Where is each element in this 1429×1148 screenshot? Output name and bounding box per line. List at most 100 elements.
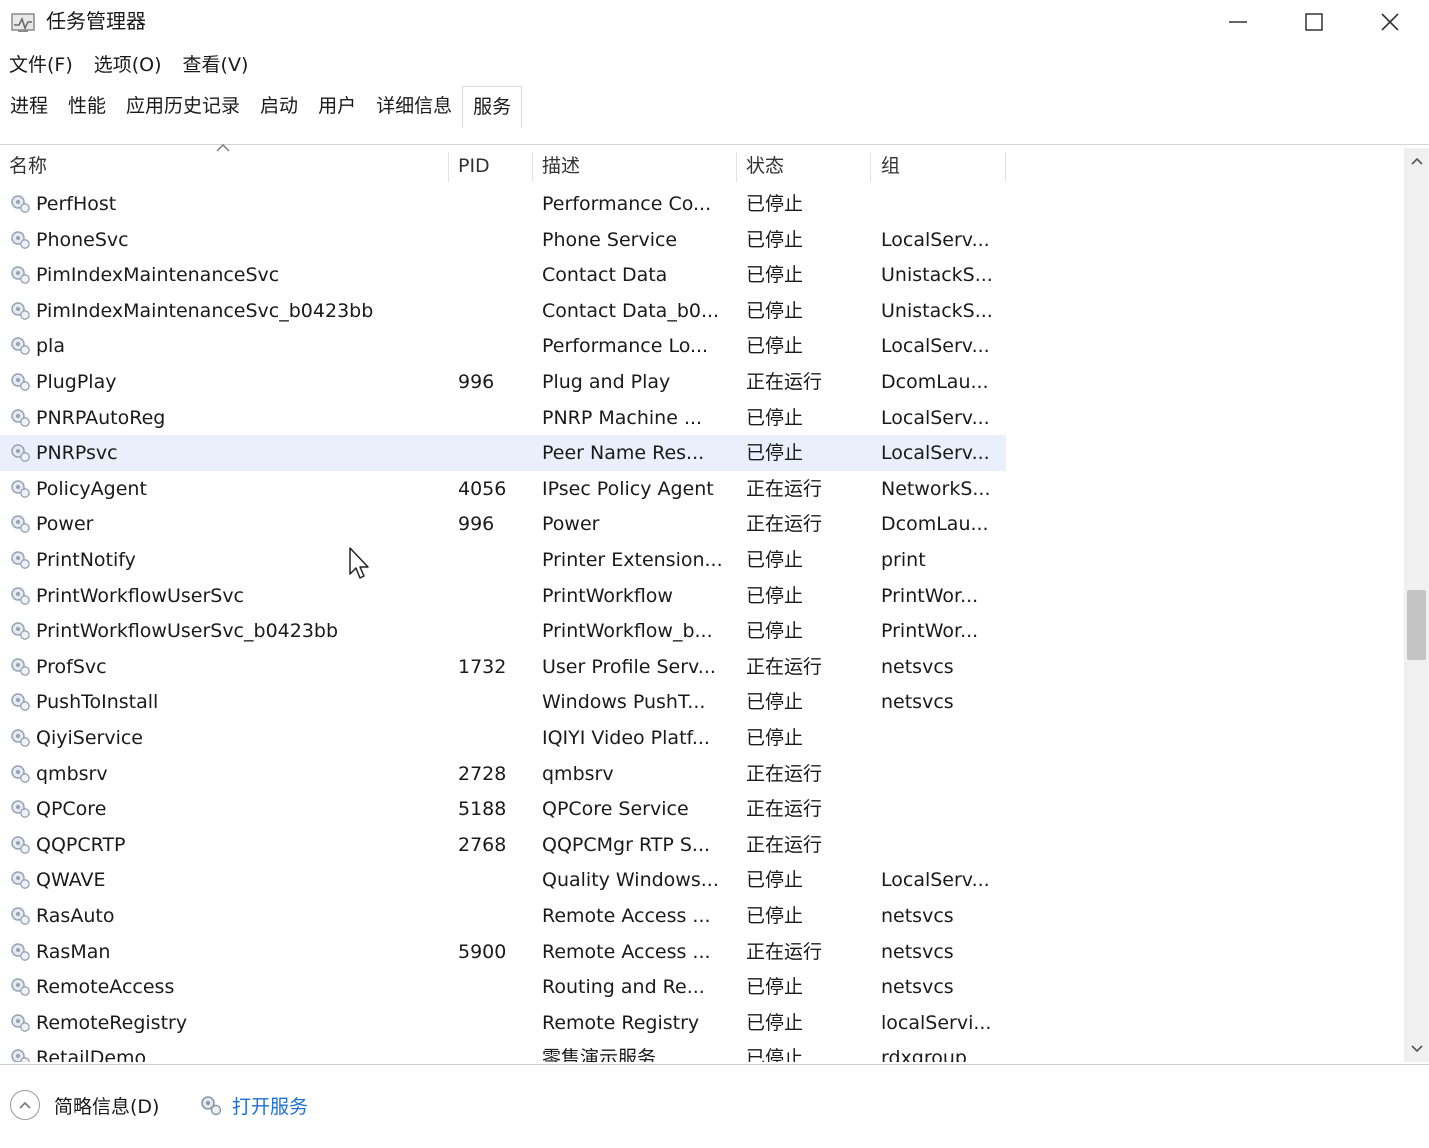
- service-status: 已停止: [746, 1047, 804, 1062]
- service-name: PNRPAutoReg: [36, 406, 166, 429]
- task-manager-icon: [11, 13, 35, 32]
- open-services-link[interactable]: 打开服务: [198, 1089, 308, 1121]
- service-status: 已停止: [746, 264, 804, 287]
- table-row[interactable]: QiyiService IQIYI Video Platf... 已停止: [0, 720, 1408, 756]
- table-row[interactable]: RetailDemo 零售演示服务 已停止 rdxgroup: [0, 1040, 1408, 1062]
- service-group: PrintWor...: [881, 620, 979, 643]
- open-services-label: 打开服务: [232, 1095, 309, 1118]
- table-row[interactable]: PolicyAgent 4056 IPsec Policy Agent 正在运行 Net…: [0, 471, 1408, 507]
- service-description: qmbsrv: [542, 762, 614, 785]
- menu-bar: 文件(F) 选项(O) 查看(V): [0, 48, 260, 82]
- service-icon: [8, 407, 32, 429]
- maximize-button[interactable]: [1276, 0, 1352, 44]
- service-description: Power: [542, 513, 600, 536]
- tab-3[interactable]: 启动: [250, 86, 308, 128]
- table-row[interactable]: PhoneSvc Phone Service 已停止 LocalServ...: [0, 222, 1408, 258]
- service-status: 已停止: [746, 442, 804, 465]
- tab-0[interactable]: 进程: [0, 86, 58, 128]
- menu-options[interactable]: 选项(O): [85, 48, 174, 82]
- service-name: PushToInstall: [36, 691, 159, 714]
- services-list: PerfHost Performance Co... 已停止 PhoneSvc Phon…: [0, 186, 1408, 1062]
- table-row[interactable]: QWAVE Quality Windows... 已停止 LocalServ...: [0, 862, 1408, 898]
- menu-file[interactable]: 文件(F): [0, 48, 85, 82]
- title-bar: 任务管理器: [0, 0, 1429, 44]
- service-description: PrintWorkflow_b...: [542, 620, 713, 643]
- vertical-scrollbar[interactable]: [1404, 148, 1429, 1062]
- table-row[interactable]: ProfSvc 1732 User Profile Serv... 正在运行 netsv…: [0, 649, 1408, 685]
- tab-2[interactable]: 应用历史记录: [116, 86, 250, 128]
- scroll-up-button[interactable]: [1404, 148, 1429, 174]
- scrollbar-thumb[interactable]: [1407, 590, 1426, 660]
- table-row[interactable]: QQPCRTP 2768 QQPCMgr RTP S... 正在运行: [0, 827, 1408, 863]
- column-separator[interactable]: [1005, 152, 1006, 182]
- table-row[interactable]: RemoteRegistry Remote Registry 已停止 localSer…: [0, 1005, 1408, 1041]
- table-row[interactable]: RasMan 5900 Remote Access ... 正在运行 netsvcs: [0, 934, 1408, 970]
- service-status: 已停止: [746, 905, 804, 927]
- table-row[interactable]: PimIndexMaintenanceSvc_b0423bb Contact Da…: [0, 293, 1408, 329]
- menu-view[interactable]: 查看(V): [174, 48, 261, 82]
- service-group: NetworkS...: [881, 477, 991, 500]
- service-status: 已停止: [746, 335, 804, 358]
- service-description: Contact Data_b0...: [542, 299, 720, 322]
- service-description: QQPCMgr RTP S...: [542, 833, 711, 856]
- chevron-up-icon: [1410, 157, 1423, 165]
- table-row[interactable]: RemoteAccess Routing and Re... 已停止 netsvcs: [0, 969, 1408, 1005]
- column-name[interactable]: 名称: [9, 148, 47, 184]
- service-group: LocalServ...: [881, 442, 990, 465]
- service-group: netsvcs: [881, 691, 954, 714]
- close-button[interactable]: [1352, 0, 1428, 44]
- table-row[interactable]: Power 996 Power 正在运行 DcomLau...: [0, 506, 1408, 542]
- service-name: qmbsrv: [36, 762, 108, 785]
- column-group[interactable]: 组: [881, 148, 900, 184]
- table-row[interactable]: PNRPAutoReg PNRP Machine ... 已停止 LocalServ.…: [0, 400, 1408, 436]
- table-row[interactable]: PlugPlay 996 Plug and Play 正在运行 DcomLau...: [0, 364, 1408, 400]
- column-description[interactable]: 描述: [542, 148, 580, 184]
- table-row[interactable]: qmbsrv 2728 qmbsrv 正在运行: [0, 756, 1408, 792]
- table-row[interactable]: PushToInstall Windows PushT... 已停止 netsvcs: [0, 684, 1408, 720]
- table-row[interactable]: PrintNotify Printer Extension... 已停止 print: [0, 542, 1408, 578]
- scroll-down-button[interactable]: [1404, 1036, 1429, 1062]
- tab-5[interactable]: 详细信息: [366, 86, 462, 128]
- tab-1[interactable]: 性能: [58, 86, 116, 128]
- fewer-details-button[interactable]: 简略信息(D): [10, 1089, 159, 1121]
- service-description: PNRP Machine ...: [542, 406, 703, 429]
- table-row[interactable]: PrintWorkflowUserSvc_b0423bb PrintWorkflo…: [0, 613, 1408, 649]
- service-group: UnistackS...: [881, 264, 993, 287]
- service-name: RasAuto: [36, 905, 115, 927]
- service-icon: [8, 1012, 32, 1034]
- service-status: 正在运行: [746, 513, 823, 536]
- table-row[interactable]: PerfHost Performance Co... 已停止: [0, 186, 1408, 222]
- minimize-button[interactable]: [1200, 0, 1276, 44]
- service-group: LocalServ...: [881, 406, 990, 429]
- column-separator[interactable]: [736, 152, 737, 182]
- service-status: 已停止: [746, 299, 804, 322]
- service-description: User Profile Serv...: [542, 655, 716, 678]
- service-description: PrintWorkflow: [542, 584, 673, 607]
- table-row[interactable]: PimIndexMaintenanceSvc Contact Data 已停止 Uni…: [0, 257, 1408, 293]
- fewer-details-label: 简略信息(D): [54, 1095, 160, 1118]
- service-group: netsvcs: [881, 940, 954, 963]
- column-status[interactable]: 状态: [746, 148, 784, 184]
- table-row[interactable]: PNRPsvc Peer Name Res... 已停止 LocalServ...: [0, 435, 1408, 471]
- service-group: DcomLau...: [881, 513, 989, 536]
- service-description: Windows PushT...: [542, 691, 706, 714]
- column-pid[interactable]: PID: [458, 148, 490, 184]
- table-row[interactable]: PrintWorkflowUserSvc PrintWorkflow 已停止 Prin…: [0, 578, 1408, 614]
- service-icon: [8, 264, 32, 286]
- service-status: 已停止: [746, 549, 804, 571]
- table-row[interactable]: QPCore 5188 QPCore Service 正在运行: [0, 791, 1408, 827]
- service-icon: [8, 976, 32, 998]
- column-separator[interactable]: [870, 152, 871, 182]
- service-status: 已停止: [746, 620, 804, 643]
- service-description: Performance Co...: [542, 193, 712, 215]
- service-pid: 996: [458, 513, 495, 536]
- table-row[interactable]: pla Performance Lo... 已停止 LocalServ...: [0, 328, 1408, 364]
- footer-bar: 简略信息(D) 打开服务: [0, 1065, 1429, 1148]
- table-row[interactable]: RasAuto Remote Access ... 已停止 netsvcs: [0, 898, 1408, 934]
- maximize-icon: [1305, 13, 1323, 31]
- column-separator[interactable]: [532, 152, 533, 182]
- service-name: PhoneSvc: [36, 228, 129, 251]
- tab-4[interactable]: 用户: [308, 86, 366, 128]
- tab-6[interactable]: 服务: [462, 86, 523, 128]
- column-separator[interactable]: [448, 152, 449, 182]
